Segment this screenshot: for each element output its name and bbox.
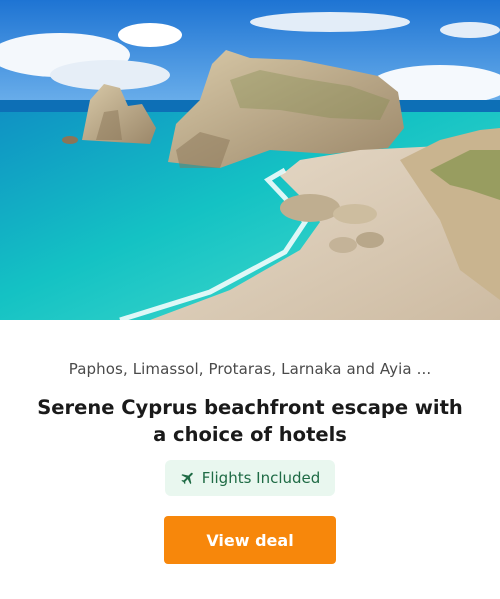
location-text: Paphos, Limassol, Protaras, Larnaka and … — [68, 360, 432, 378]
deal-title[interactable]: Serene Cyprus beachfront escape with a c… — [30, 394, 470, 448]
flights-included-badge: Flights Included — [165, 460, 335, 496]
deal-details: Paphos, Limassol, Protaras, Larnaka and … — [0, 320, 500, 599]
hero-image-cyprus-beach[interactable] — [0, 0, 500, 320]
deal-card[interactable]: Paphos, Limassol, Protaras, Larnaka and … — [0, 0, 500, 599]
badge-label: Flights Included — [201, 469, 321, 487]
view-deal-button[interactable]: View deal — [164, 516, 336, 564]
beach-scene — [0, 0, 500, 320]
plane-icon — [180, 470, 196, 486]
